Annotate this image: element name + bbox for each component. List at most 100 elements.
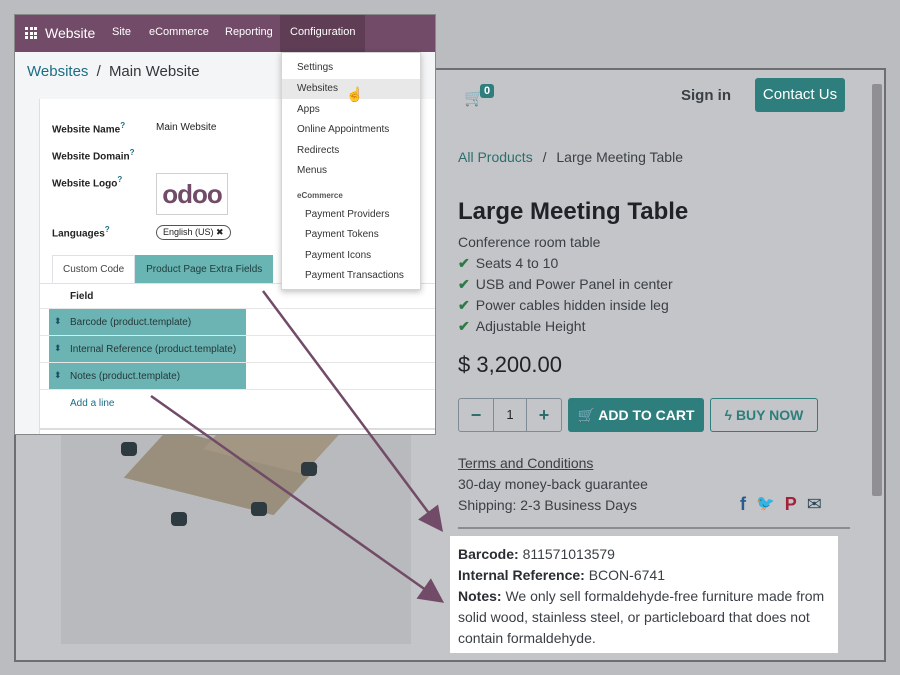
terms-link[interactable]: Terms and Conditions — [458, 455, 593, 471]
scrollbar[interactable] — [872, 84, 882, 496]
menu-item-online-appointments[interactable]: Online Appointments — [282, 120, 420, 140]
add-to-cart-button[interactable]: 🛒 ADD TO CART — [568, 398, 704, 432]
feature-item: ✔ Power cables hidden inside leg — [458, 297, 669, 314]
chair-shape — [121, 442, 137, 456]
feature-text: Adjustable Height — [475, 318, 586, 334]
website-logo-label: Website Logo? — [52, 175, 123, 190]
menu-item-menus[interactable]: Menus — [282, 161, 420, 181]
website-name-label: Website Name? — [52, 121, 126, 136]
feature-text: Power cables hidden inside leg — [475, 297, 669, 313]
chair-shape — [251, 502, 267, 516]
quantity-stepper: − 1 + — [458, 398, 562, 432]
pinterest-icon[interactable]: P — [785, 494, 797, 515]
internal-ref-label: Internal Reference: — [458, 567, 585, 583]
product-price: $ 3,200.00 — [458, 352, 562, 377]
menu-item-settings[interactable]: Settings — [282, 58, 420, 78]
guarantee-text: 30-day money-back guarantee — [458, 476, 648, 492]
check-icon: ✔ — [458, 255, 470, 271]
chair-shape — [301, 462, 317, 476]
menu-item-payment-transactions[interactable]: Payment Transactions — [282, 266, 420, 286]
breadcrumb-websites[interactable]: Websites — [27, 63, 88, 80]
table-row[interactable]: ⬍ Barcode (product.template) — [40, 308, 435, 336]
feature-text: Seats 4 to 10 — [475, 255, 559, 271]
barcode-value: 811571013579 — [522, 546, 615, 562]
menu-item-payment-providers[interactable]: Payment Providers — [282, 205, 420, 225]
extra-fields-panel: Barcode: 811571013579 Internal Reference… — [450, 536, 838, 653]
languages-label: Languages? — [52, 225, 110, 240]
product-title: Large Meeting Table — [458, 198, 689, 225]
logo-text: odoo — [162, 179, 223, 209]
breadcrumb-all-products[interactable]: All Products — [458, 149, 533, 165]
drag-handle-icon[interactable]: ⬍ — [54, 343, 62, 354]
social-icons: f 🐦 P ✉ — [740, 494, 822, 515]
qty-input[interactable]: 1 — [493, 399, 527, 431]
add-a-line-link[interactable]: Add a line — [70, 398, 114, 409]
check-icon: ✔ — [458, 276, 470, 292]
website-logo-image[interactable]: odoo — [156, 173, 228, 215]
row-divider — [40, 389, 435, 390]
notes-line: Notes: We only sell formaldehyde-free fu… — [458, 586, 830, 649]
menu-item-payment-icons[interactable]: Payment Icons — [282, 246, 420, 266]
barcode-label: Barcode: — [458, 546, 519, 562]
help-icon[interactable]: ? — [130, 148, 135, 157]
feature-item: ✔ USB and Power Panel in center — [458, 276, 673, 293]
email-icon[interactable]: ✉ — [807, 494, 822, 515]
internal-ref-value: BCON-6741 — [588, 567, 665, 583]
cart-count-badge: 0 — [480, 84, 495, 98]
field-name: Notes (product.template) — [70, 371, 181, 382]
drag-handle-icon[interactable]: ⬍ — [54, 316, 62, 327]
breadcrumb: Websites / Main Website — [27, 63, 200, 80]
breadcrumb-separator: / — [542, 149, 547, 165]
feature-text: USB and Power Panel in center — [475, 276, 673, 292]
buy-now-button[interactable]: ϟ BUY NOW — [710, 398, 818, 432]
facebook-icon[interactable]: f — [740, 494, 746, 515]
twitter-icon[interactable]: 🐦 — [756, 494, 775, 515]
menu-ecommerce[interactable]: eCommerce — [149, 26, 209, 38]
tab-product-page-extra-fields[interactable]: Product Page Extra Fields — [135, 255, 274, 283]
sign-in-link[interactable]: Sign in — [681, 87, 731, 104]
drag-handle-icon[interactable]: ⬍ — [54, 370, 62, 381]
feature-item: ✔ Seats 4 to 10 — [458, 255, 558, 272]
language-tag[interactable]: English (US) ✖ — [156, 225, 231, 240]
menu-item-apps[interactable]: Apps — [282, 100, 420, 120]
shipping-text: Shipping: 2-3 Business Days — [458, 497, 637, 513]
menu-item-redirects[interactable]: Redirects — [282, 141, 420, 161]
field-name: Internal Reference (product.template) — [70, 344, 237, 355]
field-name: Barcode (product.template) — [70, 317, 192, 328]
qty-plus-button[interactable]: + — [527, 399, 561, 431]
qty-minus-button[interactable]: − — [459, 399, 493, 431]
divider — [458, 527, 850, 529]
product-subtitle: Conference room table — [458, 234, 601, 250]
tab-custom-code[interactable]: Custom Code — [52, 255, 136, 283]
apps-grid-icon[interactable] — [25, 27, 37, 39]
list-bottom-border — [40, 428, 435, 430]
breadcrumb-current: Main Website — [108, 63, 200, 80]
notebook-tabs: Custom Code Product Page Extra Fields — [52, 255, 274, 283]
field-column-header: Field — [70, 291, 94, 302]
help-icon[interactable]: ? — [117, 175, 122, 184]
website-domain-label: Website Domain? — [52, 148, 135, 163]
barcode-line: Barcode: 811571013579 — [458, 544, 830, 565]
internal-ref-line: Internal Reference: BCON-6741 — [458, 565, 830, 586]
menu-site[interactable]: Site — [112, 26, 131, 38]
product-breadcrumb: All Products / Large Meeting Table — [458, 149, 683, 165]
help-icon[interactable]: ? — [120, 121, 125, 130]
menu-item-payment-tokens[interactable]: Payment Tokens — [282, 225, 420, 245]
notes-label: Notes: — [458, 588, 502, 604]
breadcrumb-separator: / — [96, 63, 101, 80]
chair-shape — [171, 512, 187, 526]
contact-us-button[interactable]: Contact Us — [755, 78, 845, 112]
help-icon[interactable]: ? — [105, 225, 110, 234]
top-navbar: Website Site eCommerce Reporting Configu… — [15, 15, 435, 52]
check-icon: ✔ — [458, 297, 470, 313]
table-row[interactable]: ⬍ Internal Reference (product.template) — [40, 335, 435, 363]
menu-configuration[interactable]: Configuration — [280, 15, 366, 52]
check-icon: ✔ — [458, 318, 470, 334]
app-brand[interactable]: Website — [45, 25, 95, 41]
menu-reporting[interactable]: Reporting — [225, 26, 273, 38]
table-row[interactable]: ⬍ Notes (product.template) — [40, 362, 435, 390]
breadcrumb-current: Large Meeting Table — [556, 149, 683, 165]
hand-cursor-icon: ☝ — [346, 86, 364, 102]
notes-value: We only sell formaldehyde-free furniture… — [458, 588, 825, 646]
website-name-field[interactable]: Main Website — [156, 122, 216, 133]
